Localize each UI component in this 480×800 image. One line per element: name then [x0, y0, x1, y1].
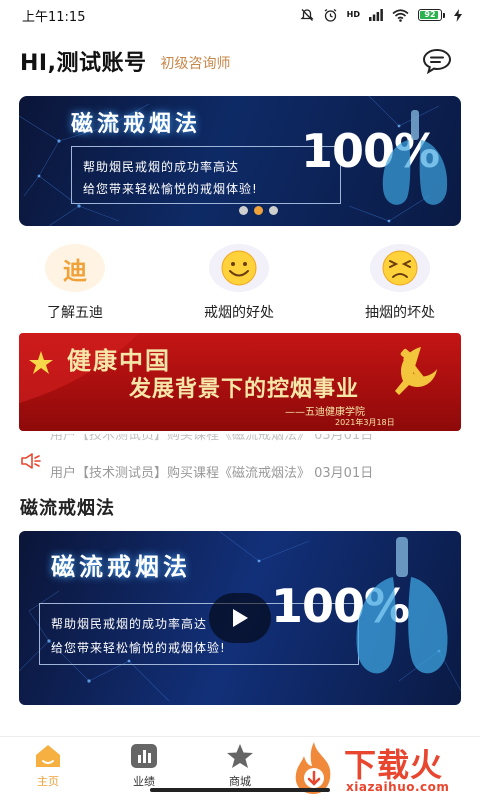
carousel-dot[interactable]: [269, 206, 278, 215]
notice-text: 用户【技术测试员】购买课程《磁流戒烟法》 03月01日: [50, 466, 374, 481]
mute-icon: [300, 9, 314, 21]
promo-signature: ——五迪健康学院: [285, 407, 365, 418]
greeting-title: HI,测试账号: [20, 51, 147, 76]
lungs-illustration: [356, 537, 448, 674]
wifi-icon: [392, 8, 409, 22]
menu-item-about-wudi[interactable]: 迪 了解五迪: [0, 244, 150, 322]
video-card[interactable]: 磁流戒烟法 帮助烟民戒烟的成功率高达 给您带来轻松愉悦的戒烟体验! 100%: [19, 531, 461, 705]
section-title: 磁流戒烟法: [20, 498, 115, 519]
speaker-icon: [21, 453, 41, 469]
video-title: 磁流戒烟法: [51, 553, 191, 581]
carousel-dot[interactable]: [239, 206, 248, 215]
promo-title-2: 发展背景下的控烟事业: [129, 376, 360, 402]
status-time: 上午11:15: [22, 9, 86, 25]
menu-item-smoking-harms[interactable]: 抽烟的坏处: [325, 244, 475, 322]
tab-label: 商城: [229, 775, 251, 788]
video-line-1: 帮助烟民戒烟的成功率高达: [51, 617, 208, 631]
carousel-dot-active[interactable]: [254, 206, 263, 215]
notice-previous-text: 用户【技术测试员】购买课程《磁流戒烟法》 03月01日: [50, 434, 374, 443]
wudi-logo-icon: 迪: [45, 244, 105, 292]
alarm-icon: [324, 8, 337, 22]
user-role: 初级咨询师: [160, 55, 231, 72]
charging-icon: [454, 8, 462, 22]
party-emblem-icon: [395, 347, 437, 395]
bar-chart-icon: [131, 744, 157, 768]
tab-performance[interactable]: 业绩: [96, 743, 192, 789]
battery-level: 92: [424, 10, 436, 19]
banner-title: 磁流戒烟法: [71, 112, 202, 137]
watermark-domain: xiazaihuo.com: [346, 780, 450, 794]
banner-line-2: 给您带来轻松愉悦的戒烟体验!: [83, 182, 258, 196]
menu-item-label: 了解五迪: [47, 305, 103, 321]
tab-label: 业绩: [133, 775, 155, 788]
signal-icon: [369, 9, 383, 21]
network-label: HD: [346, 10, 360, 19]
banner-line-1: 帮助烟民戒烟的成功率高达: [83, 160, 240, 174]
tab-label: 主页: [37, 775, 59, 788]
header: HI,测试账号 初级咨询师: [20, 44, 460, 78]
home-icon: [36, 745, 60, 767]
menu-item-label: 抽烟的坏处: [365, 305, 435, 321]
star-icon: [227, 744, 253, 768]
tab-mall[interactable]: 商城: [192, 743, 288, 789]
banner-carousel[interactable]: 磁流戒烟法 帮助烟民戒烟的成功率高达 给您带来轻松愉悦的戒烟体验! 100%: [19, 96, 461, 226]
promo-date: 2021年3月18日: [335, 418, 395, 427]
message-button[interactable]: [422, 48, 452, 75]
notice-ticker[interactable]: 用户【技术测试员】购买课程《磁流戒烟法》 03月01日 用户【技术测试员】购买课…: [20, 434, 460, 486]
status-bar: 上午11:15 HD 92: [0, 0, 480, 30]
status-icons: HD 92: [300, 8, 462, 23]
home-indicator[interactable]: [150, 788, 330, 792]
chat-bubble-icon: [422, 48, 452, 75]
play-icon: [233, 609, 248, 627]
quick-menu: 迪 了解五迪 戒烟的好处 抽烟的坏处: [0, 244, 480, 324]
play-button[interactable]: [209, 593, 271, 643]
frown-face-icon: [370, 244, 430, 292]
lungs-illustration: [382, 110, 448, 205]
carousel-dots: [239, 206, 278, 215]
smile-face-icon: [209, 244, 269, 292]
promo-banner[interactable]: 健康中国 发展背景下的控烟事业 ——五迪健康学院 2021年3月18日: [19, 333, 461, 431]
menu-item-quit-benefits[interactable]: 戒烟的好处: [164, 244, 314, 322]
battery-indicator: 92: [418, 9, 445, 21]
menu-item-label: 戒烟的好处: [204, 305, 274, 321]
video-line-2: 给您带来轻松愉悦的戒烟体验!: [51, 641, 226, 655]
tab-home[interactable]: 主页: [0, 743, 96, 789]
